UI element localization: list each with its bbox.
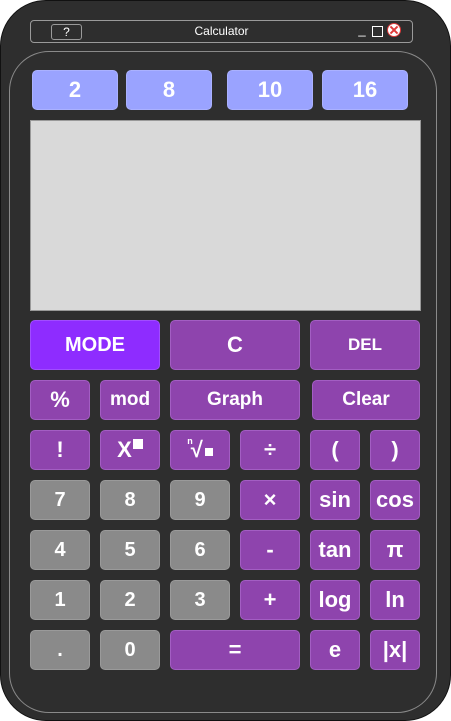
- plus-button[interactable]: +: [240, 580, 300, 620]
- equals-button[interactable]: =: [170, 630, 300, 670]
- two-button[interactable]: 2: [100, 580, 160, 620]
- radicand-box-icon: [204, 448, 213, 456]
- five-button[interactable]: 5: [100, 530, 160, 570]
- ln-button[interactable]: ln: [370, 580, 420, 620]
- three-button[interactable]: 3: [170, 580, 230, 620]
- factorial-button[interactable]: !: [30, 430, 90, 470]
- base-2-button[interactable]: 2: [32, 70, 118, 110]
- base-10-button[interactable]: 10: [227, 70, 313, 110]
- zero-button[interactable]: 0: [100, 630, 160, 670]
- seven-button[interactable]: 7: [30, 480, 90, 520]
- eight-button[interactable]: 8: [100, 480, 160, 520]
- abs-button[interactable]: |x|: [370, 630, 420, 670]
- log-button[interactable]: log: [310, 580, 360, 620]
- window-title: Calculator: [194, 24, 249, 38]
- maximize-button[interactable]: [372, 26, 383, 37]
- divide-button[interactable]: ÷: [240, 430, 300, 470]
- del-button[interactable]: DEL: [310, 320, 420, 370]
- graph-button[interactable]: Graph: [170, 380, 300, 420]
- e-button[interactable]: e: [310, 630, 360, 670]
- sin-button[interactable]: sin: [310, 480, 360, 520]
- decimal-button[interactable]: .: [30, 630, 90, 670]
- root-index-label: n: [187, 436, 193, 446]
- minus-button[interactable]: -: [240, 530, 300, 570]
- six-button[interactable]: 6: [170, 530, 230, 570]
- nth-root-button[interactable]: n √: [170, 430, 230, 470]
- pi-button[interactable]: π: [370, 530, 420, 570]
- cos-button[interactable]: cos: [370, 480, 420, 520]
- four-button[interactable]: 4: [30, 530, 90, 570]
- multiply-button[interactable]: ×: [240, 480, 300, 520]
- mod-button[interactable]: mod: [100, 380, 160, 420]
- minimize-button[interactable]: _: [356, 22, 368, 38]
- clear-button[interactable]: Clear: [312, 380, 420, 420]
- mode-button[interactable]: MODE: [30, 320, 160, 370]
- base-16-button[interactable]: 16: [322, 70, 408, 110]
- base-8-button[interactable]: 8: [126, 70, 212, 110]
- close-icon[interactable]: [387, 23, 401, 37]
- power-button[interactable]: X: [100, 430, 160, 470]
- title-bar: ? Calculator _: [30, 20, 413, 43]
- exponent-box-icon: [132, 439, 143, 449]
- power-label: X: [117, 437, 132, 462]
- display-screen: [30, 120, 421, 311]
- one-button[interactable]: 1: [30, 580, 90, 620]
- left-paren-button[interactable]: (: [310, 430, 360, 470]
- percent-button[interactable]: %: [30, 380, 90, 420]
- nine-button[interactable]: 9: [170, 480, 230, 520]
- right-paren-button[interactable]: ): [370, 430, 420, 470]
- c-button[interactable]: C: [170, 320, 300, 370]
- tan-button[interactable]: tan: [310, 530, 360, 570]
